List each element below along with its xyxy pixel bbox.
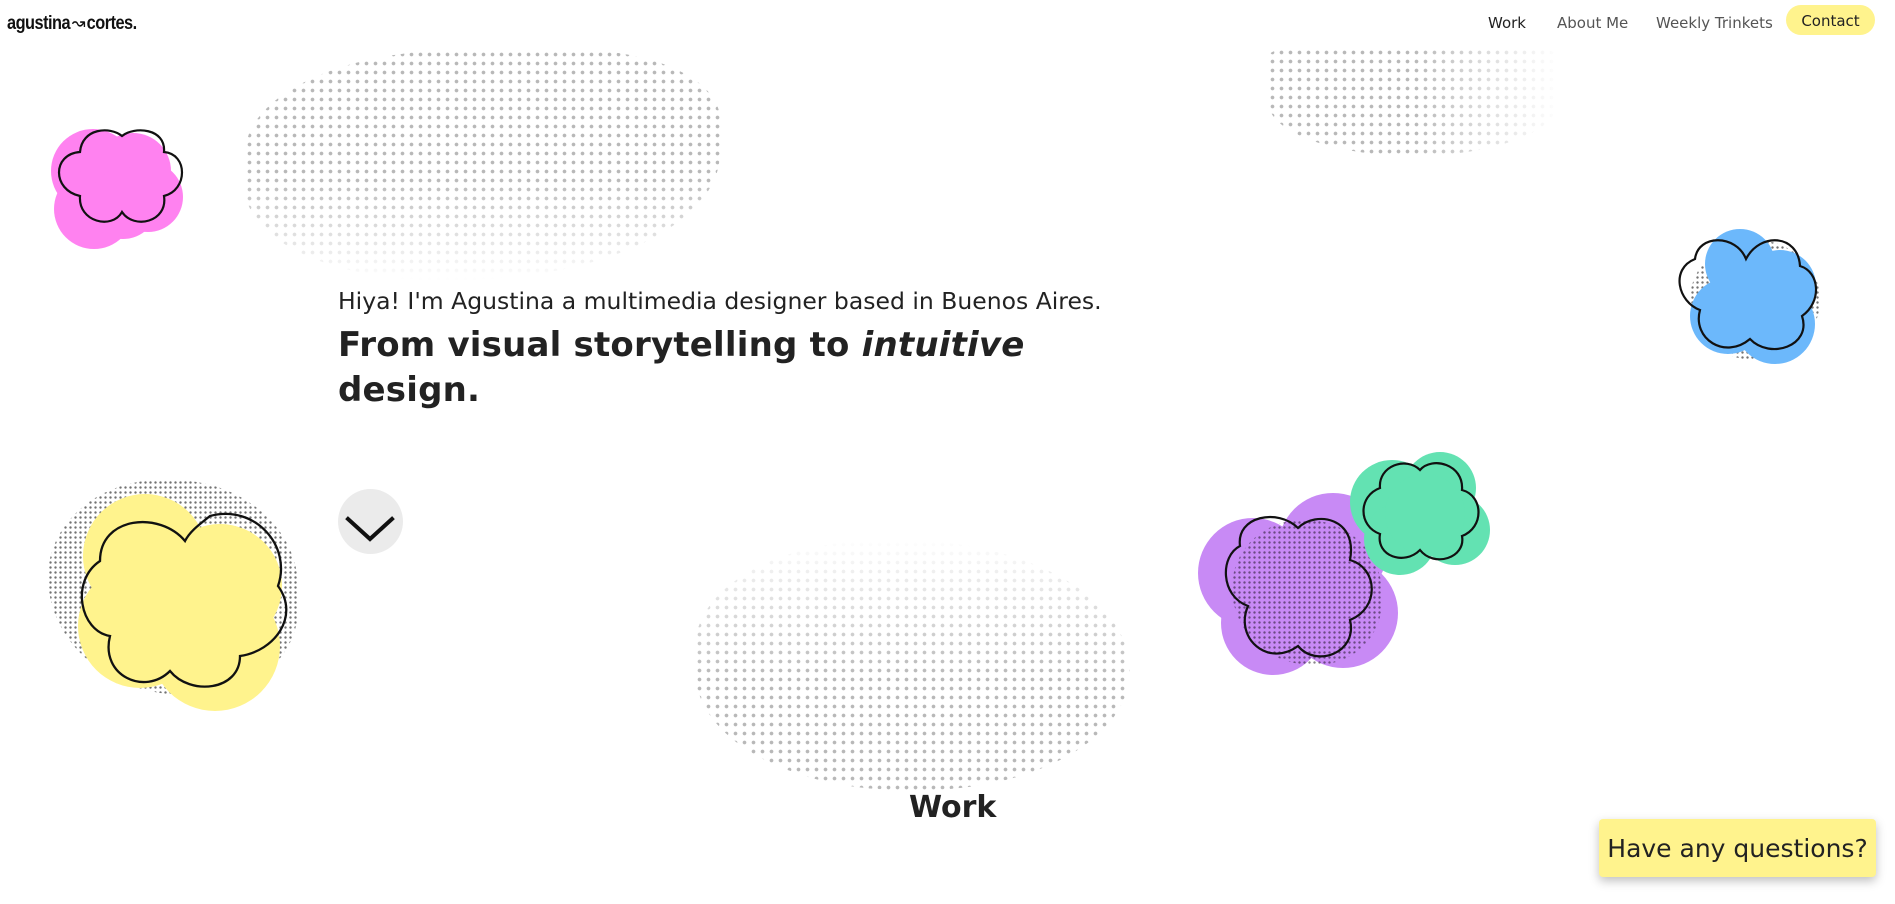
halftone-decoration bbox=[245, 50, 720, 280]
green-flower-icon bbox=[1350, 452, 1490, 575]
intro-text: Hiya! I'm Agustina a multimedia designer… bbox=[338, 287, 1102, 315]
have-questions-button[interactable]: Have any questions? bbox=[1599, 819, 1876, 877]
headline-part1: From visual storytelling to bbox=[338, 325, 862, 365]
halftone-decoration bbox=[1268, 48, 1558, 156]
page-title: From visual storytelling to intuitive de… bbox=[338, 323, 1025, 413]
contact-button[interactable]: Contact bbox=[1786, 5, 1875, 35]
blue-flower-icon bbox=[1678, 229, 1818, 364]
nav-item-work[interactable]: Work bbox=[1488, 14, 1526, 32]
yellow-flower-icon bbox=[78, 494, 288, 711]
halftone-decoration bbox=[695, 540, 1130, 790]
headline-emphasis: intuitive bbox=[861, 325, 1025, 365]
pink-flower-icon bbox=[51, 129, 184, 249]
nav-item-weekly-trinkets[interactable]: Weekly Trinkets bbox=[1656, 14, 1773, 32]
chevron-down-icon bbox=[345, 516, 395, 542]
section-title-work: Work bbox=[909, 790, 997, 825]
scroll-down-button[interactable] bbox=[338, 489, 403, 554]
headline-part2: design. bbox=[338, 370, 481, 410]
nav-item-about-me[interactable]: About Me bbox=[1557, 14, 1628, 32]
main-nav: Work About Me Weekly Trinkets Contact bbox=[0, 0, 1895, 44]
